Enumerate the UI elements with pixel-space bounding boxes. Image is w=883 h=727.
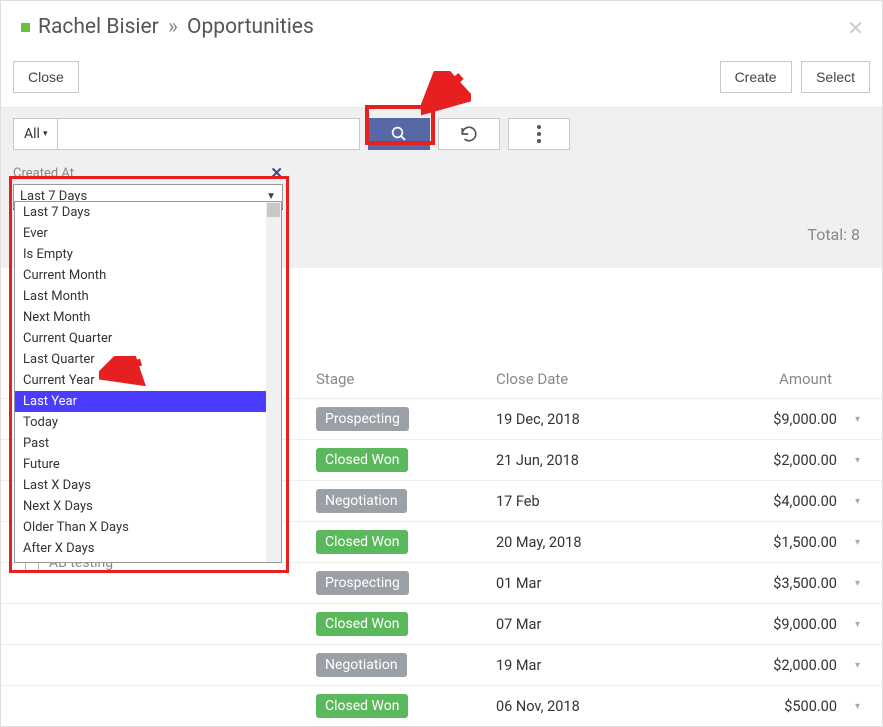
kebab-icon — [537, 125, 541, 143]
date-range-option[interactable]: Older Than X Days — [15, 517, 281, 538]
amount-cell: $2,000.00 — [726, 657, 845, 674]
col-stage[interactable]: Stage — [316, 370, 496, 388]
amount-cell: $1,500.00 — [726, 534, 845, 551]
row-menu-caret-icon[interactable]: ▾ — [855, 660, 860, 671]
action-bar: Close Create Select — [1, 53, 882, 108]
col-close-date[interactable]: Close Date — [496, 370, 726, 388]
row-menu-caret-icon[interactable]: ▾ — [855, 496, 860, 507]
date-range-option[interactable]: Current Year — [15, 370, 281, 391]
amount-cell: $4,000.00 — [726, 493, 845, 510]
stage-badge: Closed Won — [316, 612, 408, 636]
row-menu-caret-icon[interactable]: ▾ — [855, 619, 860, 630]
table-row[interactable]: Closed Won 07 Mar$9,000.00 ▾ — [1, 603, 882, 644]
stage-badge: Closed Won — [316, 530, 408, 554]
select-button[interactable]: Select — [801, 61, 870, 93]
scrollbar-track[interactable] — [266, 202, 281, 562]
date-range-option[interactable]: Last 7 Days — [15, 202, 281, 223]
close-date-cell: 06 Nov, 2018 — [496, 698, 726, 715]
col-amount[interactable]: Amount — [726, 370, 860, 388]
date-range-option[interactable]: Last Year — [15, 391, 281, 412]
table-row[interactable]: Negotiation 19 Mar$2,000.00 ▾ — [1, 644, 882, 685]
search-icon — [390, 125, 408, 143]
close-date-cell: 19 Dec, 2018 — [496, 411, 726, 428]
date-range-option[interactable]: Current Quarter — [15, 328, 281, 349]
row-menu-caret-icon[interactable]: ▾ — [855, 414, 860, 425]
table-row[interactable]: Closed Won 06 Nov, 2018$500.00 ▾ — [1, 685, 882, 726]
close-date-cell: 19 Mar — [496, 657, 726, 674]
row-menu-caret-icon[interactable]: ▾ — [855, 455, 860, 466]
table-row[interactable]: Prospecting 01 Mar$3,500.00 ▾ — [1, 562, 882, 603]
stage-badge: Negotiation — [316, 489, 407, 513]
title-bar: Rachel Bisier » Opportunities ✕ — [1, 1, 882, 53]
opportunities-modal: Rachel Bisier » Opportunities ✕ Close Cr… — [0, 0, 883, 727]
title-person: Rachel Bisier — [38, 15, 159, 39]
date-range-option[interactable]: Last X Days — [15, 475, 281, 496]
filter-name: Created At — [13, 166, 74, 181]
page-title: Rachel Bisier » Opportunities — [38, 15, 314, 39]
refresh-button[interactable] — [438, 118, 500, 150]
filter-field-label: Created At ✕ — [13, 164, 283, 182]
amount-cell: $500.00 — [726, 698, 845, 715]
remove-filter-icon[interactable]: ✕ — [270, 164, 283, 182]
create-button[interactable]: Create — [720, 61, 792, 93]
title-separator: » — [168, 15, 178, 39]
date-range-option[interactable]: Next Month — [15, 307, 281, 328]
more-menu-button[interactable] — [508, 118, 570, 150]
status-dot-icon — [21, 23, 30, 32]
scrollbar-thumb[interactable] — [267, 203, 280, 217]
date-range-option[interactable]: Last Quarter — [15, 349, 281, 370]
date-range-option[interactable]: On — [15, 559, 281, 563]
row-menu-caret-icon[interactable]: ▾ — [855, 701, 860, 712]
close-date-cell: 20 May, 2018 — [496, 534, 726, 551]
search-scope-dropdown[interactable]: All ▾ — [13, 118, 58, 150]
date-range-option[interactable]: Future — [15, 454, 281, 475]
close-date-cell: 01 Mar — [496, 575, 726, 592]
close-date-cell: 17 Feb — [496, 493, 726, 510]
date-range-option[interactable]: Next X Days — [15, 496, 281, 517]
caret-down-icon: ▾ — [43, 129, 48, 139]
date-range-option[interactable]: Last Month — [15, 286, 281, 307]
search-input[interactable] — [58, 118, 360, 150]
date-range-option[interactable]: Is Empty — [15, 244, 281, 265]
close-date-cell: 21 Jun, 2018 — [496, 452, 726, 469]
date-range-option-list[interactable]: Last 7 DaysEverIs EmptyCurrent MonthLast… — [14, 201, 282, 563]
stage-badge: Prospecting — [316, 571, 409, 595]
close-button[interactable]: Close — [13, 61, 79, 93]
stage-badge: Prospecting — [316, 407, 409, 431]
row-menu-caret-icon[interactable]: ▾ — [855, 578, 860, 589]
close-date-cell: 07 Mar — [496, 616, 726, 633]
close-icon[interactable]: ✕ — [847, 16, 864, 40]
refresh-icon — [460, 125, 478, 143]
total-count: Total: 8 — [807, 225, 860, 244]
search-button[interactable] — [368, 118, 430, 150]
date-range-option[interactable]: Today — [15, 412, 281, 433]
stage-badge: Closed Won — [316, 694, 408, 718]
date-range-option[interactable]: Past — [15, 433, 281, 454]
stage-badge: Negotiation — [316, 653, 407, 677]
stage-badge: Closed Won — [316, 448, 408, 472]
date-range-option[interactable]: After X Days — [15, 538, 281, 559]
amount-cell: $3,500.00 — [726, 575, 845, 592]
row-menu-caret-icon[interactable]: ▾ — [855, 537, 860, 548]
title-module: Opportunities — [187, 15, 314, 39]
date-range-option[interactable]: Ever — [15, 223, 281, 244]
amount-cell: $9,000.00 — [726, 411, 845, 428]
amount-cell: $9,000.00 — [726, 616, 845, 633]
search-scope-label: All — [24, 126, 40, 142]
date-range-option[interactable]: Current Month — [15, 265, 281, 286]
amount-cell: $2,000.00 — [726, 452, 845, 469]
